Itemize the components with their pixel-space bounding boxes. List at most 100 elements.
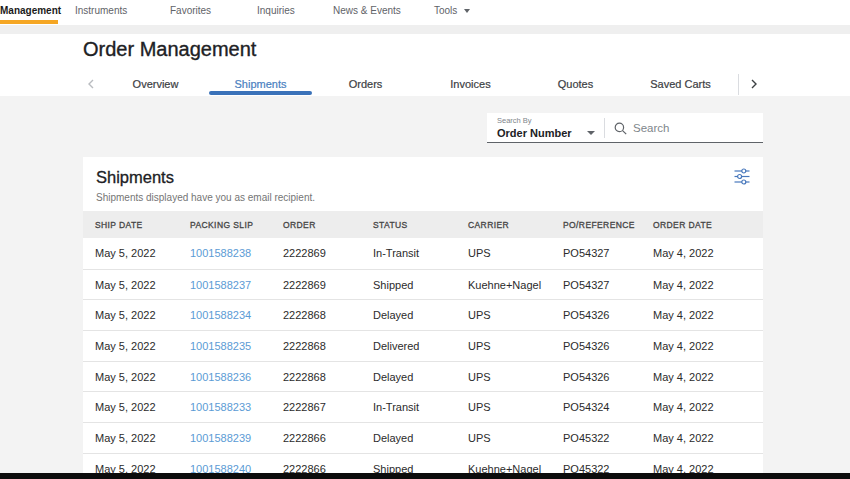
shipments-panel: Shipments Shipments displayed have you a…	[83, 157, 763, 479]
cell-po-reference: PO54327	[563, 247, 653, 259]
cell-order: 2222869	[283, 247, 373, 259]
panel-title: Shipments	[96, 168, 750, 187]
cell-status: In-Transit	[373, 401, 468, 413]
tab-invoices[interactable]: Invoices	[418, 75, 523, 92]
nav-item-instruments[interactable]: Instruments	[75, 0, 127, 21]
packing-slip-link[interactable]: 1001588234	[190, 309, 283, 321]
nav-item-label: Management	[0, 5, 61, 16]
column-header: SHIP DATE	[95, 220, 190, 230]
cell-order-date: May 4, 2022	[653, 432, 763, 444]
table-row: May 5, 202210015882352222868DeliveredUPS…	[83, 330, 763, 361]
search-bar: Search By Order Number Search	[487, 113, 763, 143]
packing-slip-link[interactable]: 1001588235	[190, 340, 283, 352]
nav-item-label: Instruments	[75, 5, 127, 16]
header-separator	[0, 25, 850, 34]
top-nav: Management Instruments Favorites Inquiries N…	[0, 0, 850, 25]
search-icon	[614, 122, 627, 135]
cell-carrier: UPS	[468, 247, 563, 259]
packing-slip-link[interactable]: 1001588236	[190, 371, 283, 383]
tab-divider	[738, 74, 739, 95]
chevron-right-icon	[750, 79, 758, 89]
cell-order: 2222867	[283, 401, 373, 413]
cell-po-reference: PO54326	[563, 340, 653, 352]
table-row: May 5, 202210015882372222869ShippedKuehn…	[83, 269, 763, 300]
packing-slip-link[interactable]: 1001588237	[190, 279, 283, 291]
chevron-down-icon	[464, 9, 470, 13]
cell-ship-date: May 5, 2022	[95, 340, 190, 352]
column-header: CARRIER	[468, 220, 563, 230]
cell-order: 2222868	[283, 371, 373, 383]
nav-item-label: Tools	[434, 5, 457, 16]
cell-po-reference: PO45322	[563, 432, 653, 444]
cell-carrier: UPS	[468, 309, 563, 321]
cell-order: 2222869	[283, 279, 373, 291]
nav-item-management[interactable]: Management	[0, 0, 61, 21]
filter-icon[interactable]	[734, 168, 750, 185]
table-header: SHIP DATEPACKING SLIPORDERSTATUSCARRIERP…	[83, 211, 763, 238]
cell-order-date: May 4, 2022	[653, 371, 763, 383]
cell-ship-date: May 5, 2022	[95, 247, 190, 259]
cell-ship-date: May 5, 2022	[95, 371, 190, 383]
cell-order: 2222868	[283, 309, 373, 321]
cell-carrier: UPS	[468, 340, 563, 352]
cell-ship-date: May 5, 2022	[95, 309, 190, 321]
column-header: STATUS	[373, 220, 468, 230]
cell-status: Delayed	[373, 371, 468, 383]
cell-po-reference: PO54326	[563, 309, 653, 321]
column-header: PO/REFERENCE	[563, 220, 653, 230]
nav-item-favorites[interactable]: Favorites	[170, 0, 211, 21]
cell-ship-date: May 5, 2022	[95, 432, 190, 444]
nav-item-inquiries[interactable]: Inquiries	[257, 0, 295, 21]
cell-order: 2222868	[283, 340, 373, 352]
cell-order-date: May 4, 2022	[653, 247, 763, 259]
cell-carrier: UPS	[468, 401, 563, 413]
bottom-bar	[0, 473, 850, 479]
cell-status: Delivered	[373, 340, 468, 352]
search-input[interactable]: Search	[633, 122, 669, 134]
column-header: ORDER DATE	[653, 220, 763, 230]
cell-order-date: May 4, 2022	[653, 309, 763, 321]
cell-status: Delayed	[373, 432, 468, 444]
tab-quotes[interactable]: Quotes	[523, 75, 628, 92]
table-row: May 5, 202210015882332222867In-TransitUP…	[83, 391, 763, 422]
cell-status: Shipped	[373, 279, 468, 291]
chevron-down-icon	[587, 131, 595, 135]
page-title: Order Management	[83, 38, 256, 61]
cell-carrier: UPS	[468, 432, 563, 444]
tab-shipments[interactable]: Shipments	[208, 75, 313, 92]
packing-slip-link[interactable]: 1001588239	[190, 432, 283, 444]
search-divider	[604, 118, 605, 138]
tab-bar: OverviewShipmentsOrdersInvoicesQuotesSav…	[83, 75, 763, 96]
nav-item-label: Inquiries	[257, 5, 295, 16]
cell-status: In-Transit	[373, 247, 468, 259]
cell-order: 2222866	[283, 432, 373, 444]
tab-saved-carts[interactable]: Saved Carts	[628, 75, 733, 92]
nav-item-label: Favorites	[170, 5, 211, 16]
cell-ship-date: May 5, 2022	[95, 279, 190, 291]
nav-item-tools[interactable]: Tools	[434, 0, 470, 21]
cell-po-reference: PO54327	[563, 279, 653, 291]
tab-orders[interactable]: Orders	[313, 75, 418, 92]
panel-header: Shipments Shipments displayed have you a…	[83, 157, 763, 211]
column-header: PACKING SLIP	[190, 220, 283, 230]
tabs-scroll-left-button[interactable]	[83, 75, 99, 92]
table-row: May 5, 202210015882362222868DelayedUPSPO…	[83, 361, 763, 392]
cell-order-date: May 4, 2022	[653, 340, 763, 352]
cell-carrier: UPS	[468, 371, 563, 383]
cell-po-reference: PO54326	[563, 371, 653, 383]
panel-subtitle: Shipments displayed have you as email re…	[96, 192, 750, 203]
cell-ship-date: May 5, 2022	[95, 401, 190, 413]
table-row: May 5, 202210015882342222868DelayedUPSPO…	[83, 299, 763, 330]
packing-slip-link[interactable]: 1001588238	[190, 247, 283, 259]
table-row: May 5, 202210015882382222869In-TransitUP…	[83, 238, 763, 269]
nav-item-news-events[interactable]: News & Events	[333, 0, 401, 21]
packing-slip-link[interactable]: 1001588233	[190, 401, 283, 413]
chevron-left-icon	[87, 79, 95, 89]
search-by-select[interactable]: Order Number	[497, 127, 597, 139]
cell-carrier: Kuehne+Nagel	[468, 279, 563, 291]
nav-item-label: News & Events	[333, 5, 401, 16]
tabs-scroll-right-button[interactable]	[746, 75, 762, 92]
tab-overview[interactable]: Overview	[103, 75, 208, 92]
table-row: May 5, 202210015882392222866DelayedUPSPO…	[83, 422, 763, 453]
cell-order-date: May 4, 2022	[653, 401, 763, 413]
